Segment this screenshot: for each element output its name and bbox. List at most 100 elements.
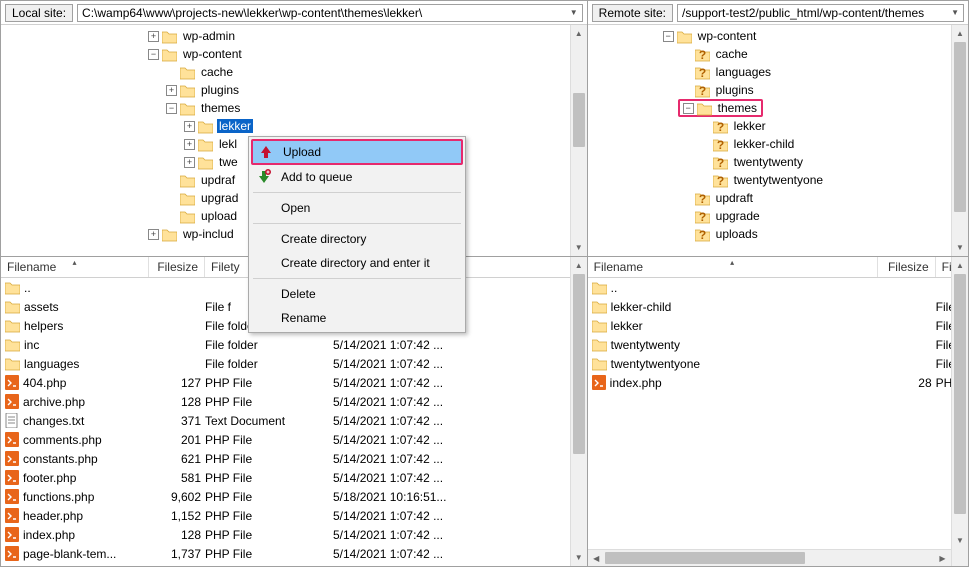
file-name: languages: [24, 357, 79, 371]
tree-item[interactable]: twentytwentyone: [588, 171, 968, 189]
tree-expander[interactable]: −: [663, 31, 674, 42]
list-item[interactable]: lekker-child File: [588, 297, 968, 316]
q-icon: [713, 156, 728, 169]
list-item[interactable]: twentytwentyone File: [588, 354, 968, 373]
col-filename[interactable]: ▴Filename: [588, 257, 878, 277]
menu-item-open[interactable]: Open: [251, 196, 463, 220]
php-icon: [5, 451, 19, 466]
tree-expander[interactable]: +: [184, 157, 195, 168]
upload-icon: [257, 144, 275, 160]
tree-item[interactable]: + lekker: [1, 117, 587, 135]
list-item[interactable]: changes.txt 371 Text Document 5/14/2021 …: [1, 411, 587, 430]
php-icon: [5, 394, 19, 409]
tree-item-label: upload: [199, 209, 239, 223]
list-item[interactable]: functions.php 9,602 PHP File 5/18/2021 1…: [1, 487, 587, 506]
scrollbar-vertical[interactable]: ▲ ▼: [570, 257, 587, 566]
tree-item-label: cache: [714, 47, 750, 61]
file-modified: 5/14/2021 1:07:42 ...: [333, 509, 587, 523]
file-type: PHP File: [205, 452, 333, 466]
file-type: PHP File: [205, 528, 333, 542]
tree-item[interactable]: lekker-child: [588, 135, 968, 153]
dropdown-icon[interactable]: ▼: [951, 8, 959, 17]
folder-icon: [198, 138, 213, 151]
tree-item[interactable]: +plugins: [1, 81, 587, 99]
tree-expander[interactable]: +: [166, 85, 177, 96]
tree-expander[interactable]: +: [184, 121, 195, 132]
file-name: header.php: [23, 509, 83, 523]
folder-icon: [198, 120, 213, 133]
scrollbar-vertical[interactable]: ▲ ▼: [951, 257, 968, 566]
col-filesize[interactable]: Filesize: [149, 257, 205, 277]
menu-item-label: Delete: [281, 287, 316, 301]
remote-tree[interactable]: −wp-contentcachelanguagesplugins−themesl…: [588, 25, 968, 257]
folder-icon: [162, 48, 177, 61]
list-item[interactable]: lekker File: [588, 316, 968, 335]
tree-item[interactable]: −wp-content: [1, 45, 587, 63]
file-modified: 5/14/2021 1:07:42 ...: [333, 547, 587, 561]
q-icon: [713, 120, 728, 133]
folder-icon: [5, 338, 20, 351]
tree-expander[interactable]: −: [148, 49, 159, 60]
tree-item[interactable]: −themes: [1, 99, 587, 117]
folder-icon: [5, 357, 20, 370]
menu-item-label: Create directory and enter it: [281, 256, 430, 270]
tree-item[interactable]: cache: [1, 63, 587, 81]
tree-expander[interactable]: +: [148, 229, 159, 240]
tree-expander[interactable]: +: [148, 31, 159, 42]
file-name: changes.txt: [23, 414, 84, 428]
php-icon: [5, 546, 19, 561]
list-item[interactable]: languages File folder 5/14/2021 1:07:42 …: [1, 354, 587, 373]
tree-item-label: wp-content: [696, 29, 759, 43]
local-path-input[interactable]: C:\wamp64\www\projects-new\lekker\wp-con…: [77, 4, 583, 22]
folder-icon: [5, 300, 20, 313]
tree-item[interactable]: lekker: [588, 117, 968, 135]
file-modified: 5/14/2021 1:07:42 ...: [333, 357, 587, 371]
list-item[interactable]: constants.php 621 PHP File 5/14/2021 1:0…: [1, 449, 587, 468]
list-item[interactable]: page-blank-tem... 1,737 PHP File 5/14/20…: [1, 544, 587, 563]
php-icon: [5, 508, 19, 523]
col-filesize[interactable]: Filesize: [878, 257, 936, 277]
list-item[interactable]: inc File folder 5/14/2021 1:07:42 ...: [1, 335, 587, 354]
scrollbar-horizontal[interactable]: ◀ ▶: [588, 549, 951, 566]
tree-expander[interactable]: −: [683, 103, 694, 114]
tree-expander[interactable]: +: [184, 139, 195, 150]
menu-item-rename[interactable]: Rename: [251, 306, 463, 330]
col-filename[interactable]: ▴Filename: [1, 257, 149, 277]
menu-separator: [253, 223, 461, 224]
q-icon: [695, 48, 710, 61]
scrollbar-vertical[interactable]: ▲ ▼: [570, 25, 587, 256]
list-item[interactable]: ..: [588, 278, 968, 297]
tree-item[interactable]: updraft: [588, 189, 968, 207]
dropdown-icon[interactable]: ▼: [570, 8, 578, 17]
list-item[interactable]: comments.php 201 PHP File 5/14/2021 1:07…: [1, 430, 587, 449]
list-item[interactable]: footer.php 581 PHP File 5/14/2021 1:07:4…: [1, 468, 587, 487]
tree-item[interactable]: − wp-content: [588, 27, 968, 45]
list-item[interactable]: index.php 28 PHF: [588, 373, 968, 392]
file-modified: 5/14/2021 1:07:42 ...: [333, 528, 587, 542]
tree-item[interactable]: plugins: [588, 81, 968, 99]
tree-expander[interactable]: −: [166, 103, 177, 114]
list-item[interactable]: index.php 128 PHP File 5/14/2021 1:07:42…: [1, 525, 587, 544]
tree-item[interactable]: upgrade: [588, 207, 968, 225]
remote-path-input[interactable]: /support-test2/public_html/wp-content/th…: [677, 4, 964, 22]
tree-item[interactable]: cache: [588, 45, 968, 63]
tree-item[interactable]: twentytwenty: [588, 153, 968, 171]
scrollbar-vertical[interactable]: ▲ ▼: [951, 25, 968, 256]
folder-icon: [180, 66, 195, 79]
menu-item-delete[interactable]: Delete: [251, 282, 463, 306]
list-item[interactable]: twentytwenty File: [588, 335, 968, 354]
list-item[interactable]: archive.php 128 PHP File 5/14/2021 1:07:…: [1, 392, 587, 411]
list-item[interactable]: header.php 1,152 PHP File 5/14/2021 1:07…: [1, 506, 587, 525]
menu-item-add-to-queue[interactable]: Add to queue: [251, 165, 463, 189]
remote-file-list[interactable]: ▴Filename Filesize File .. lekker-child …: [588, 257, 968, 566]
tree-item[interactable]: −themes: [588, 99, 968, 117]
menu-item-create-directory[interactable]: Create directory: [251, 227, 463, 251]
tree-item[interactable]: uploads: [588, 225, 968, 243]
file-modified: 5/14/2021 1:07:42 ...: [333, 338, 587, 352]
menu-item-create-directory-and-enter-it[interactable]: Create directory and enter it: [251, 251, 463, 275]
menu-item-upload[interactable]: Upload: [251, 139, 463, 165]
tree-item[interactable]: +wp-admin: [1, 27, 587, 45]
tree-item[interactable]: languages: [588, 63, 968, 81]
tree-item-label: lekker: [217, 119, 253, 133]
list-item[interactable]: 404.php 127 PHP File 5/14/2021 1:07:42 .…: [1, 373, 587, 392]
